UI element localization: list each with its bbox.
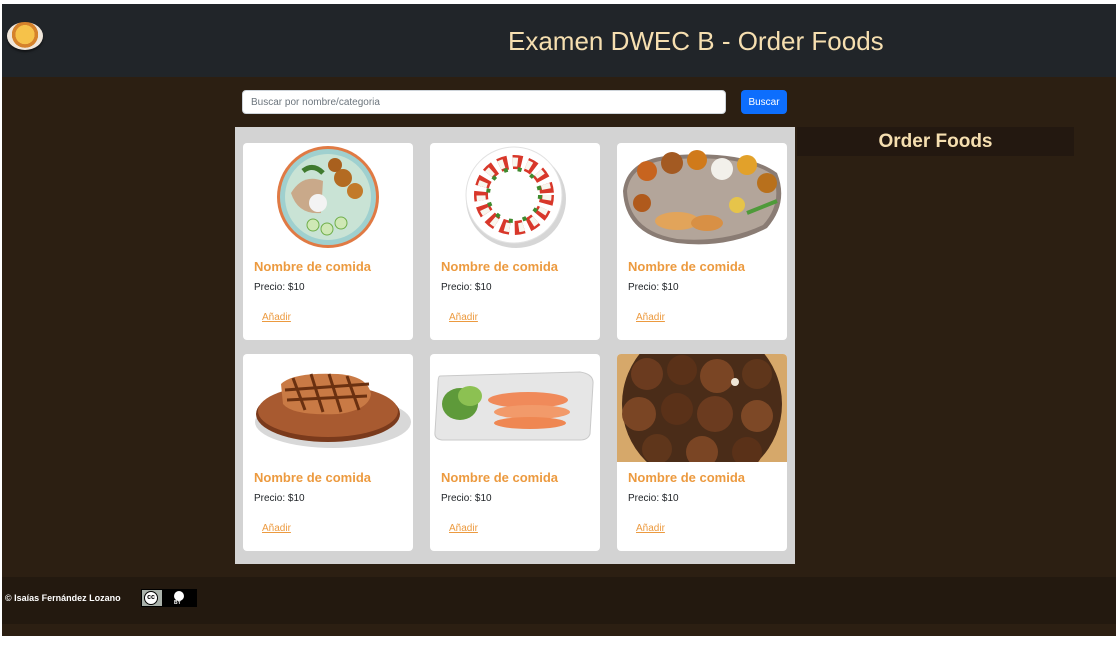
food-image-salmon-carpaccio — [434, 371, 594, 441]
header: Examen DWEC B - Order Foods — [2, 4, 1116, 77]
food-card: Nombre de comida Precio: $10 Añadir — [430, 354, 600, 551]
food-name: Nombre de comida — [441, 470, 559, 485]
search-button[interactable]: Buscar — [741, 90, 787, 114]
food-price: Precio: $10 — [254, 493, 305, 504]
add-button[interactable]: Añadir — [449, 312, 478, 323]
food-card: Nombre de comida Precio: $10 Añadir — [430, 143, 600, 340]
search-input[interactable] — [242, 90, 726, 114]
add-button[interactable]: Añadir — [262, 523, 291, 534]
food-name: Nombre de comida — [628, 470, 746, 485]
food-card: Nombre de comida Precio: $10 Añadir — [243, 354, 413, 551]
food-price: Precio: $10 — [628, 282, 679, 293]
by-label: BY — [162, 590, 196, 606]
order-title: Order Foods — [878, 131, 993, 152]
food-price: Precio: $10 — [254, 282, 305, 293]
food-price: Precio: $10 — [441, 493, 492, 504]
food-price: Precio: $10 — [441, 282, 492, 293]
add-button[interactable]: Añadir — [262, 312, 291, 323]
food-name: Nombre de comida — [441, 259, 559, 274]
food-card: Nombre de comida Precio: $10 Añadir — [617, 354, 787, 551]
copyright-text: © Isaías Fernández Lozano — [5, 593, 121, 603]
order-panel: Order Foods — [797, 127, 1074, 156]
app-frame: Examen DWEC B - Order Foods Buscar Nombr… — [2, 4, 1116, 636]
page-title: Examen DWEC B - Order Foods — [508, 26, 884, 56]
add-button[interactable]: Añadir — [636, 312, 665, 323]
food-image-poke-bowl — [277, 146, 379, 248]
by-text: BY — [174, 600, 181, 606]
food-image-fried-meat — [617, 354, 787, 462]
add-button[interactable]: Añadir — [636, 523, 665, 534]
food-name: Nombre de comida — [254, 259, 372, 274]
food-grid: Nombre de comida Precio: $10 Añadir Nomb… — [235, 127, 795, 564]
food-name: Nombre de comida — [628, 259, 746, 274]
food-card: Nombre de comida Precio: $10 Añadir — [617, 143, 787, 340]
food-image-thali-platter — [623, 150, 782, 245]
cc-icon: cc — [144, 591, 158, 605]
food-image-caprese-plate — [465, 146, 566, 248]
food-card: Nombre de comida Precio: $10 Añadir — [243, 143, 413, 340]
food-name: Nombre de comida — [254, 470, 372, 485]
logo[interactable] — [7, 22, 43, 50]
footer: © Isaías Fernández Lozano cc BY — [2, 577, 1116, 624]
add-button[interactable]: Añadir — [449, 523, 478, 534]
food-price: Precio: $10 — [628, 493, 679, 504]
food-image-grilled-steak — [255, 373, 411, 448]
cc-license-badge[interactable]: cc BY — [141, 589, 197, 607]
